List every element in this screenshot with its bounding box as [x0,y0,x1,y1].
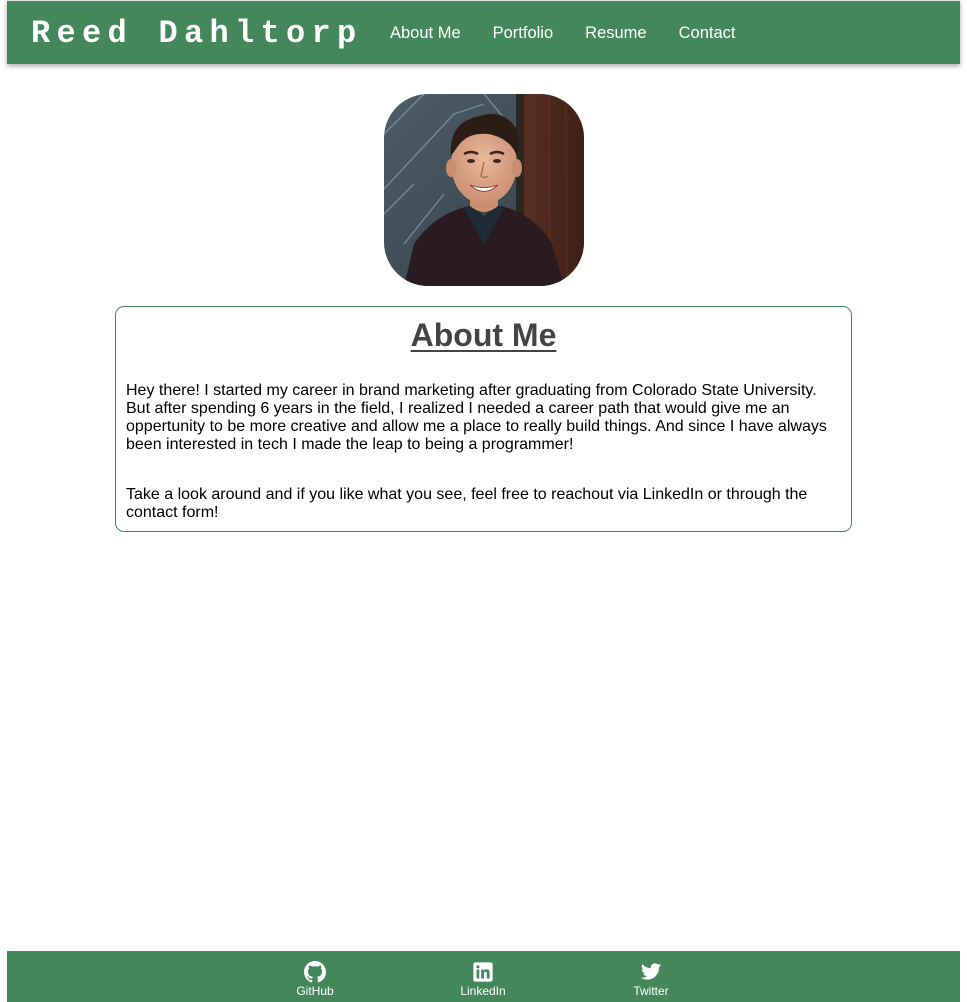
site-footer: GitHub LinkedIn Twitter [7,951,960,1002]
linkedin-label: LinkedIn [460,984,506,998]
linkedin-link[interactable]: LinkedIn [443,961,523,998]
nav-about-me[interactable]: About Me [390,23,461,43]
github-link[interactable]: GitHub [275,961,355,998]
github-icon [304,961,326,983]
site-brand[interactable]: Reed Dahltorp [31,15,363,53]
site-header: Reed Dahltorp About Me Portfolio Resume … [7,0,960,64]
twitter-label: Twitter [633,984,669,998]
nav-contact[interactable]: Contact [679,23,736,43]
nav-portfolio[interactable]: Portfolio [493,23,554,43]
about-paragraph-2: Take a look around and if you like what … [126,486,808,521]
linkedin-icon [473,962,493,982]
about-paragraph-1: Hey there! I started my career in brand … [126,382,827,453]
main-nav: About Me Portfolio Resume Contact [390,23,767,43]
about-section: About Me Hey there! I started my career … [115,306,852,532]
about-title: About Me [410,317,557,353]
twitter-link[interactable]: Twitter [611,961,691,998]
github-label: GitHub [296,984,334,998]
portrait-image [384,94,584,286]
nav-resume[interactable]: Resume [585,23,646,43]
profile-photo [384,94,584,286]
twitter-icon [640,963,662,980]
